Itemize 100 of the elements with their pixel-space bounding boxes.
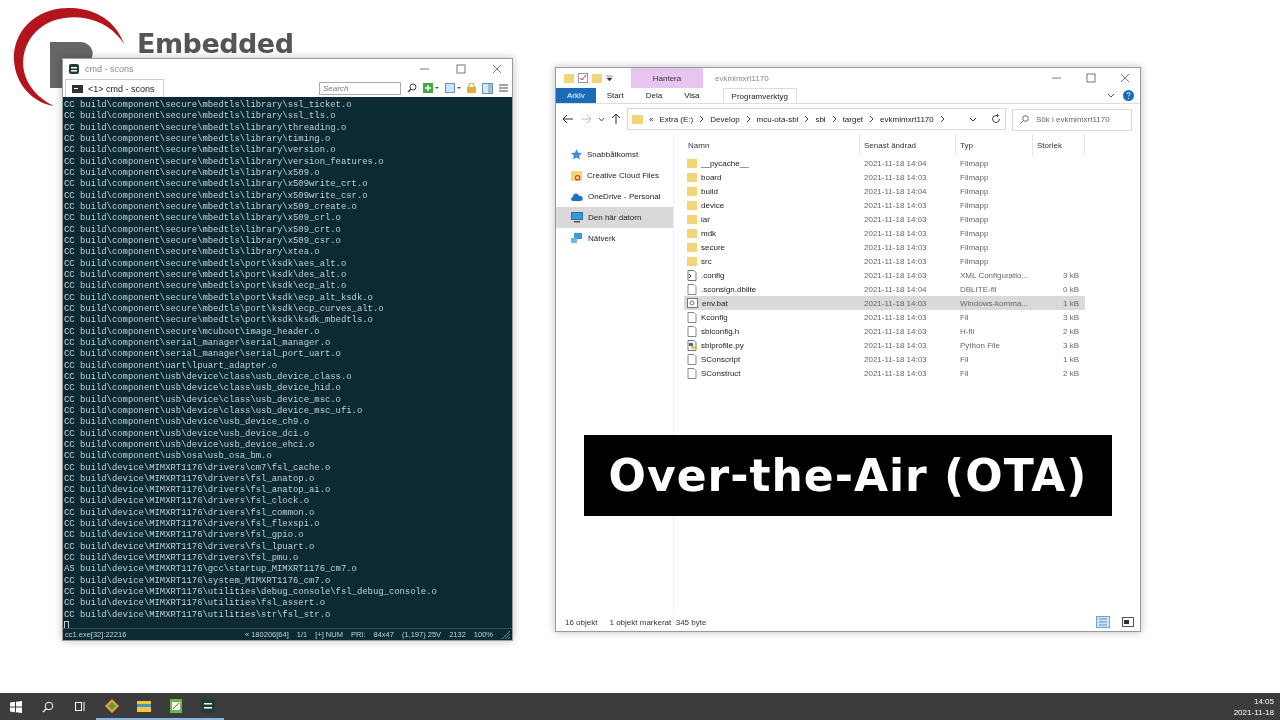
name-cell: .sconsign.dblite	[684, 283, 860, 295]
new-console-button[interactable]	[423, 83, 439, 93]
console-line: CC build\component\secure\mbedtls\library\timing.o	[64, 134, 332, 145]
back-button[interactable]	[562, 114, 574, 124]
breadcrumb[interactable]: mcu-ota-sbl	[756, 114, 799, 124]
file-row[interactable]: sblconfig.h 2021-11-18 14:03 H-fil 2 kB	[684, 324, 1085, 338]
breadcrumb[interactable]: Develop	[710, 114, 740, 124]
breadcrumb[interactable]: Extra (E:)	[659, 114, 694, 124]
console-line: CC build\device\MIMXRT1176\utilities\debug_console\fsl_debug_console.o	[64, 587, 438, 598]
size-cell-text: 3 kB	[1062, 312, 1080, 322]
task-view-button[interactable]	[74, 701, 86, 712]
nav-item[interactable]: Creative Cloud Files	[556, 165, 673, 186]
file-row[interactable]: .sconsign.dblite 2021-11-18 14:04 DBLITE-fil 0 kB	[684, 282, 1085, 296]
console-line: CC build\device\MIMXRT1176\drivers\fsl_gpio.o	[64, 530, 305, 542]
nav-item[interactable]: Den här datorn	[556, 207, 673, 228]
properties-icon[interactable]	[578, 73, 588, 83]
console-line: CC build\device\MIMXRT1176\drivers\fsl_flexspi.o	[64, 519, 321, 530]
console-line: CC build\component\usb\device\class\usb_device_class.o	[64, 371, 353, 383]
file-row[interactable]: mdk 2021-11-18 14:03 Filmapp	[684, 226, 1085, 240]
column-header[interactable]: Senast ändrad	[860, 134, 956, 156]
column-header[interactable]: Typ	[956, 134, 1033, 156]
console-tab[interactable]: <1> cmd - scons	[65, 79, 164, 97]
breadcrumb[interactable]: sbl	[815, 114, 826, 124]
file-row[interactable]: sblprofile.py 2021-11-18 14:03 Python File 3 kB	[684, 338, 1085, 352]
start-button[interactable]	[10, 700, 22, 713]
contextual-ribbon-tab[interactable]: Programverktyg	[722, 88, 798, 103]
console-line: CC build\component\usb\device\class\usb_device_msc.o	[64, 394, 342, 406]
file-row[interactable]: secure 2021-11-18 14:03 Filmapp	[684, 240, 1085, 254]
file-row[interactable]: Kconfig 2021-11-18 14:03 Fil 3 kB	[684, 310, 1085, 324]
breadcrumb[interactable]: evkmimxrt1170	[880, 114, 934, 124]
column-header[interactable]: Storlek	[1033, 134, 1085, 156]
console-line: CC build\component\secure\mbedtls\library\x509_crl.o	[64, 213, 342, 225]
size-cell-text: 1 kB	[1062, 354, 1080, 364]
search-field[interactable]: Search	[319, 81, 401, 95]
layout-button[interactable]	[445, 83, 461, 93]
name-cell: sblprofile.py	[684, 339, 860, 351]
type-cell-text: Fil	[959, 368, 970, 378]
console-line: CC build\component\secure\mcuboot\image_header.o	[64, 326, 321, 338]
nav-item[interactable]: Nätverk	[556, 228, 673, 249]
recent-dropdown-icon[interactable]	[598, 116, 605, 122]
name-cell: env.bat	[684, 298, 860, 308]
context-tab-group: Hantera	[631, 68, 703, 88]
name-cell: iar	[684, 214, 860, 224]
python-file-icon	[687, 339, 697, 351]
nav-item[interactable]: OneDrive - Personal	[556, 186, 673, 207]
document-icon	[687, 269, 697, 281]
date-cell-text: 2021-11-18 14:03	[863, 298, 928, 308]
refresh-icon[interactable]	[991, 114, 1001, 124]
search-button[interactable]	[42, 700, 54, 713]
chevron-down-icon[interactable]	[969, 116, 977, 122]
date-cell-text: 2021-11-18 14:03	[863, 326, 928, 336]
date-cell-text: 2021-11-18 14:03	[863, 312, 928, 322]
help-icon[interactable]	[1123, 90, 1134, 101]
type-cell-text: DBLITE-fil	[959, 284, 998, 294]
caption-banner: Over-the-Air (OTA)	[584, 435, 1112, 516]
chevron-icon	[745, 115, 751, 123]
file-row[interactable]: src 2021-11-18 14:03 Filmapp	[684, 254, 1085, 268]
up-button[interactable]	[611, 113, 621, 125]
name-cell: mdk	[684, 228, 860, 238]
file-row[interactable]: SConscript 2021-11-18 14:03 Fil 1 kB	[684, 352, 1085, 366]
dropdown-icon[interactable]	[606, 74, 613, 82]
date-cell-text: 2021-11-18 14:04	[863, 186, 928, 196]
size-cell-text: 3 kB	[1062, 340, 1080, 350]
tiles-view-button[interactable]	[1122, 617, 1134, 627]
file-row[interactable]: __pycache__ 2021-11-18 14:04 Filmapp	[684, 156, 1085, 170]
file-row[interactable]: iar 2021-11-18 14:03 Filmapp	[684, 212, 1085, 226]
chevron-icon	[804, 115, 810, 123]
console-line: CC build\component\secure\mbedtls\library\x509_csr.o	[64, 235, 342, 247]
type-cell-text: Filmapp	[959, 158, 990, 168]
search-icon[interactable]	[407, 83, 417, 93]
file-row[interactable]: env.bat 2021-11-18 14:03 Windows-komma... 1 kB	[684, 296, 1085, 310]
console-line: CC build\device\MIMXRT1176\utilities\fsl_assert.o	[64, 598, 326, 610]
breadcrumb[interactable]: «	[649, 114, 654, 124]
nav-item[interactable]: Snabbåtkomst	[556, 144, 673, 165]
file-row[interactable]: build 2021-11-18 14:04 Filmapp	[684, 184, 1085, 198]
column-header[interactable]: Namn	[684, 134, 860, 156]
logo-text: Embedded	[137, 28, 294, 59]
address-bar[interactable]: « Extra (E:) Develop mcu-ota-sbl sbl target evkmimxrt1170	[627, 108, 1006, 130]
breadcrumb[interactable]: target	[842, 114, 864, 124]
file-row[interactable]: board 2021-11-18 14:03 Filmapp	[684, 170, 1085, 184]
file-row[interactable]: .config 2021-11-18 14:03 XML Configuratio... 3 kB	[684, 268, 1085, 282]
date-cell-text: 2021-11-18 14:03	[863, 172, 928, 182]
console-line: CC build\component\secure\mbedtls\library\version_features.o	[64, 156, 385, 168]
name-cell: device	[684, 200, 860, 210]
date-cell-text: 2021-11-18 14:03	[863, 228, 928, 238]
panel-button[interactable]	[482, 82, 493, 94]
file-row[interactable]: device 2021-11-18 14:03 Filmapp	[684, 198, 1085, 212]
console-line: CC build\component\secure\mbedtls\port\ksdk\des_alt.o	[64, 269, 348, 281]
file-menu-button[interactable]: Arkiv	[556, 88, 596, 103]
console-line: CC build\component\secure\mbedtls\port\ksdk\ecp_curves_alt.o	[64, 303, 385, 315]
console-line: CC build\component\secure\mbedtls\library\x509write_csr.o	[64, 190, 369, 202]
console-line: CC build\component\serial_manager\serial_port_uart.o	[64, 349, 342, 361]
size-cell-text: 1 kB	[1062, 298, 1080, 308]
chevron-down-icon[interactable]	[1107, 93, 1115, 98]
search-field[interactable]: Sök i evkmimxrt1170	[1012, 108, 1132, 131]
star-icon	[571, 149, 582, 160]
size-cell-text: 3 kB	[1062, 270, 1080, 280]
file-row[interactable]: SConstruct 2021-11-18 14:03 Fil 2 kB	[684, 366, 1085, 380]
date-cell-text: 2021-11-18 14:04	[863, 158, 928, 168]
name-cell: SConscript	[684, 353, 860, 365]
